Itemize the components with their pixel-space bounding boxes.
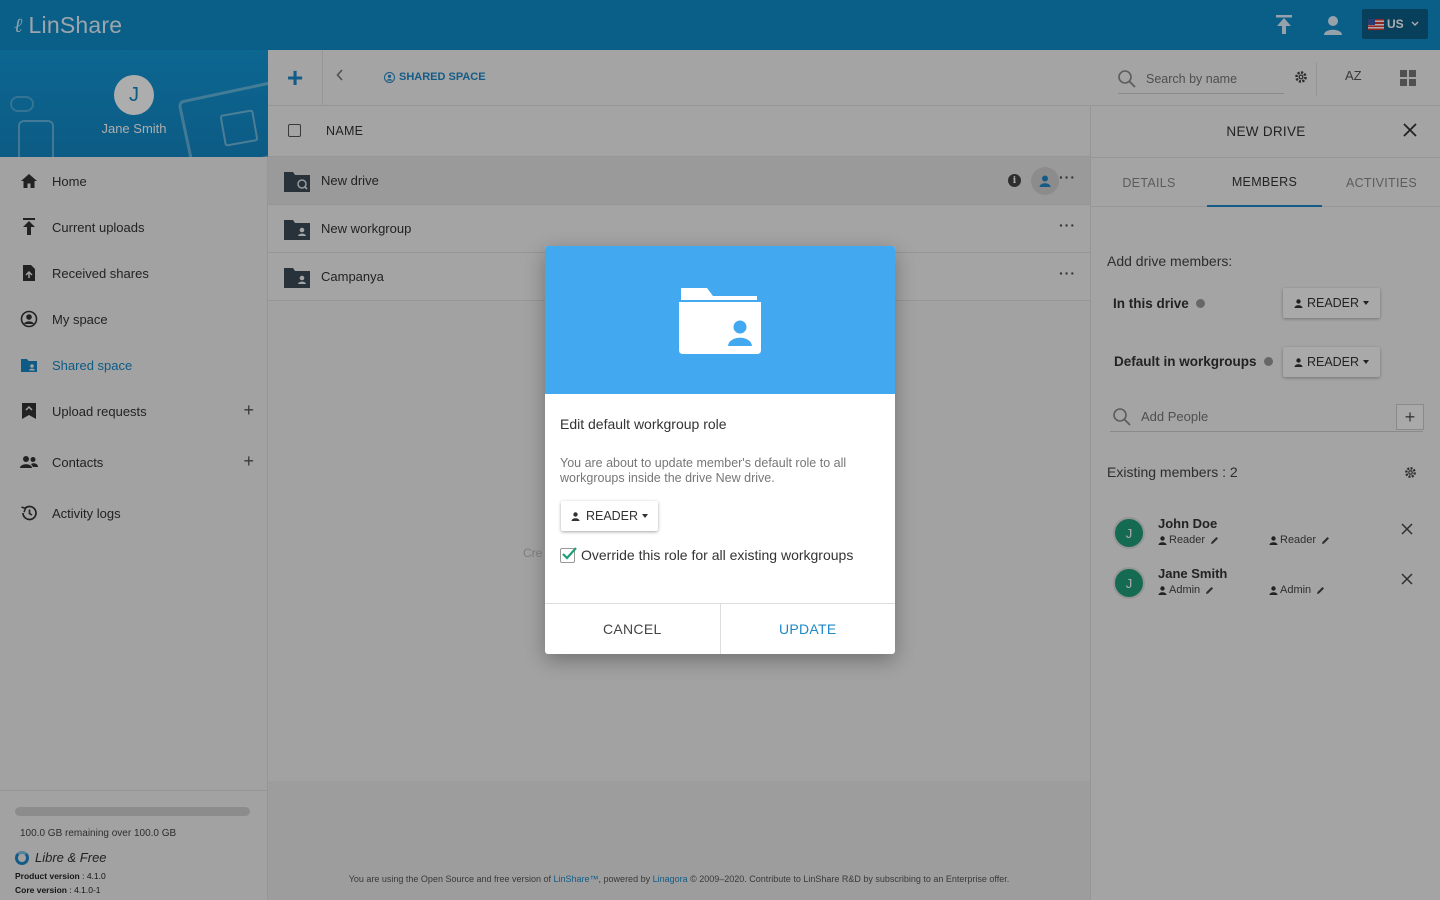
override-checkbox-row[interactable]: Override this role for all existing work… [560, 546, 854, 563]
checkmark-icon [562, 546, 577, 560]
override-checkbox[interactable] [560, 546, 577, 563]
dialog-actions: CANCEL UPDATE [545, 603, 895, 654]
dialog-header [545, 246, 895, 394]
user-icon [571, 511, 580, 521]
role-dropdown[interactable]: READER [561, 501, 658, 531]
dialog-title: Edit default workgroup role [560, 416, 727, 432]
shared-folder-icon [679, 288, 761, 354]
dialog-description: You are about to update member's default… [560, 456, 847, 485]
cancel-button[interactable]: CANCEL [545, 604, 721, 654]
edit-role-dialog: Edit default workgroup role You are abou… [545, 246, 895, 654]
update-button[interactable]: UPDATE [721, 604, 896, 654]
override-label: Override this role for all existing work… [581, 547, 854, 563]
caret-down-icon [642, 514, 649, 518]
